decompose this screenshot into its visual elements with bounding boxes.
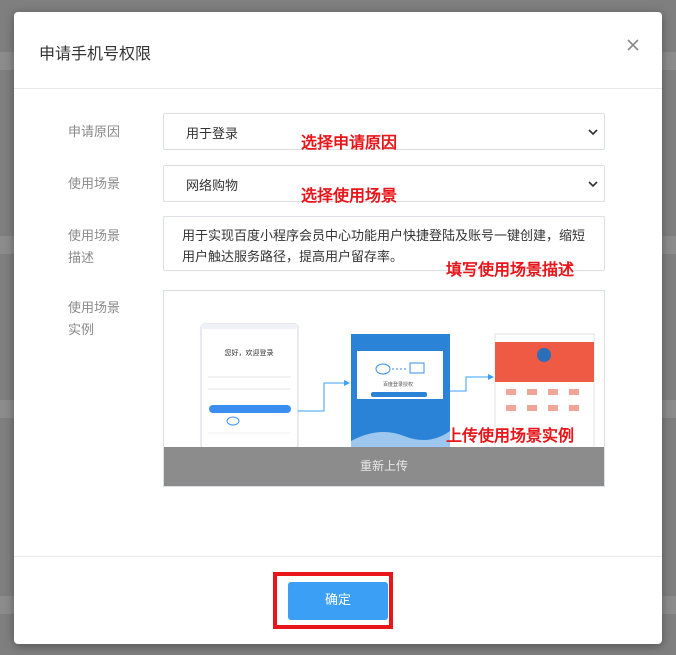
dialog-header: 申请手机号权限 xyxy=(14,12,662,89)
description-label-line1: 使用场景 xyxy=(68,229,121,244)
permission-dialog: 申请手机号权限 申请原因 用于登录 选择申请原因 使用场景 网络购物 选择使用场… xyxy=(14,12,662,644)
scene-select-value: 网络购物 xyxy=(186,179,239,194)
description-label: 使用场景 描述 xyxy=(68,226,120,270)
phone1-greeting: 您好，欢迎登录 xyxy=(225,348,274,357)
chevron-down-icon xyxy=(588,129,598,136)
example-label-line2: 实例 xyxy=(68,323,95,338)
confirm-button[interactable]: 确定 xyxy=(288,582,388,620)
example-label: 使用场景 实例 xyxy=(68,298,120,342)
description-annotation: 填写使用场景描述 xyxy=(446,260,575,279)
scene-annotation: 选择使用场景 xyxy=(301,186,398,205)
description-label-line2: 描述 xyxy=(68,251,95,266)
close-icon[interactable] xyxy=(624,36,642,54)
dialog-title: 申请手机号权限 xyxy=(39,44,152,63)
phone2-caption: 百度登录授权 xyxy=(383,381,413,388)
reupload-button[interactable]: 重新上传 xyxy=(164,447,604,486)
example-image-upload[interactable]: 您好，欢迎登录 百度登录授权 重新上传 xyxy=(163,290,605,487)
reason-label: 申请原因 xyxy=(68,125,121,140)
reason-select-value: 用于登录 xyxy=(186,127,239,142)
reason-annotation: 选择申请原因 xyxy=(301,133,398,152)
example-label-line1: 使用场景 xyxy=(68,301,121,316)
chevron-down-icon xyxy=(588,181,598,188)
scene-label: 使用场景 xyxy=(68,177,121,192)
example-annotation: 上传使用场景实例 xyxy=(446,426,575,445)
